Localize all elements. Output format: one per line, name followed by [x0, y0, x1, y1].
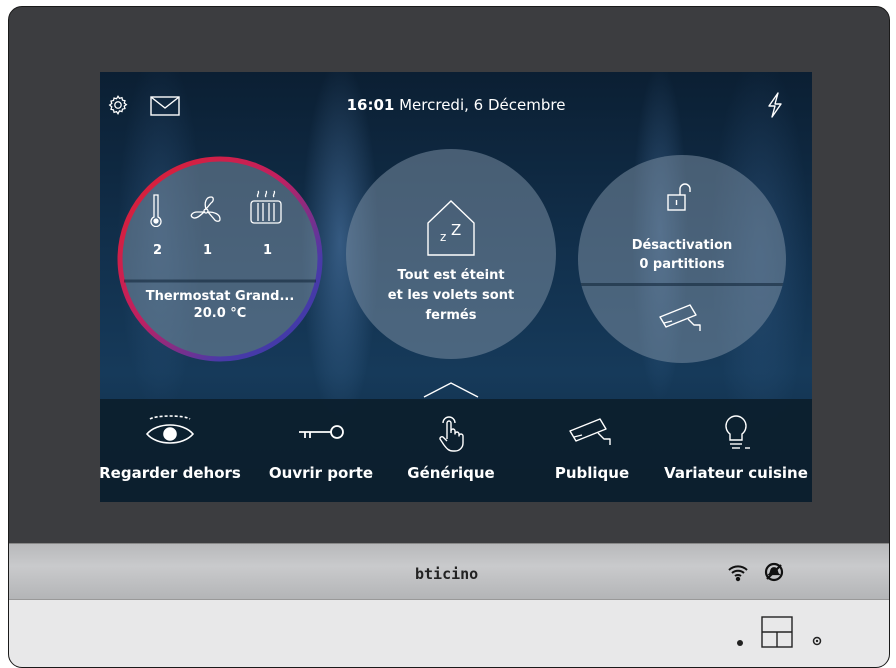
camera-icon[interactable]	[658, 301, 706, 335]
intercom-device: 16:01 Mercredi, 6 Décembre 2 1 1 Thermos…	[8, 6, 890, 668]
thermostat-temperature: 20.0 °C	[193, 306, 247, 321]
shortcut-kitchen-dimmer[interactable]: Variateur cuisine	[664, 399, 808, 502]
thermostat-arc	[117, 156, 323, 362]
device-brand-strip: bticino	[9, 543, 889, 600]
led-indicator-left	[736, 632, 744, 651]
camera-icon	[569, 418, 611, 445]
shortcut-bar: Regarder dehors Ouvrir porte Générique P…	[100, 399, 812, 502]
radiator-icon	[249, 189, 283, 231]
alarm-status: Désactivation	[631, 238, 733, 253]
eye-icon	[145, 415, 195, 444]
thermometer-icon	[149, 193, 163, 231]
shortcut-public[interactable]: Publique	[540, 399, 644, 502]
led-indicator-right	[812, 631, 822, 650]
device-lower-panel	[9, 599, 889, 667]
scenario-line-2: et les volets sont	[387, 288, 515, 303]
touch-screen: 16:01 Mercredi, 6 Décembre 2 1 1 Thermos…	[100, 72, 812, 502]
lightning-icon[interactable]	[766, 92, 784, 122]
unlocked-padlock-icon	[666, 183, 694, 217]
shortcut-kitchen-dimmer-label: Variateur cuisine	[664, 464, 808, 482]
thermostat-name: Thermostat Grand...	[145, 289, 295, 304]
scenario-widget[interactable]: z Z Tout est éteint et les volets sont f…	[346, 149, 556, 359]
shortcut-look-outside-label: Regarder dehors	[100, 464, 241, 482]
mute-bell-icon	[763, 561, 785, 587]
wifi-icon	[727, 562, 749, 586]
scenario-line-3: fermés	[425, 308, 477, 323]
svg-text:z: z	[440, 230, 446, 244]
home-button-icon[interactable]	[761, 616, 793, 652]
thermostat-widget[interactable]: 2 1 1 Thermostat Grand... 20.0 °C	[116, 155, 324, 363]
fan-icon	[189, 195, 223, 231]
alarm-partitions: 0 partitions	[639, 257, 725, 272]
shortcut-public-label: Publique	[554, 464, 630, 482]
thermostat-count-3: 1	[263, 243, 273, 258]
brand-logo: bticino	[415, 565, 479, 583]
alarm-widget[interactable]: Désactivation 0 partitions	[578, 155, 786, 363]
shortcut-open-door[interactable]: Ouvrir porte	[260, 399, 382, 502]
scenario-line-1: Tout est éteint	[397, 268, 505, 283]
thermostat-count-1: 2	[153, 243, 163, 258]
current-date: Mercredi, 6 Décembre	[399, 96, 566, 114]
svg-text:Z: Z	[451, 221, 461, 239]
shortcut-generic[interactable]: Générique	[396, 399, 506, 502]
shortcut-look-outside[interactable]: Regarder dehors	[100, 399, 241, 502]
light-bulb-icon	[725, 415, 750, 449]
clock-time: 16:01	[346, 96, 395, 114]
house-sleep-icon: z Z	[422, 197, 480, 263]
shortcut-generic-label: Générique	[407, 464, 495, 482]
key-icon	[299, 425, 344, 439]
touch-hand-icon	[439, 416, 464, 452]
date-time: 16:01 Mercredi, 6 Décembre	[100, 96, 812, 114]
alarm-divider	[578, 283, 786, 286]
thermostat-count-2: 1	[203, 243, 213, 258]
